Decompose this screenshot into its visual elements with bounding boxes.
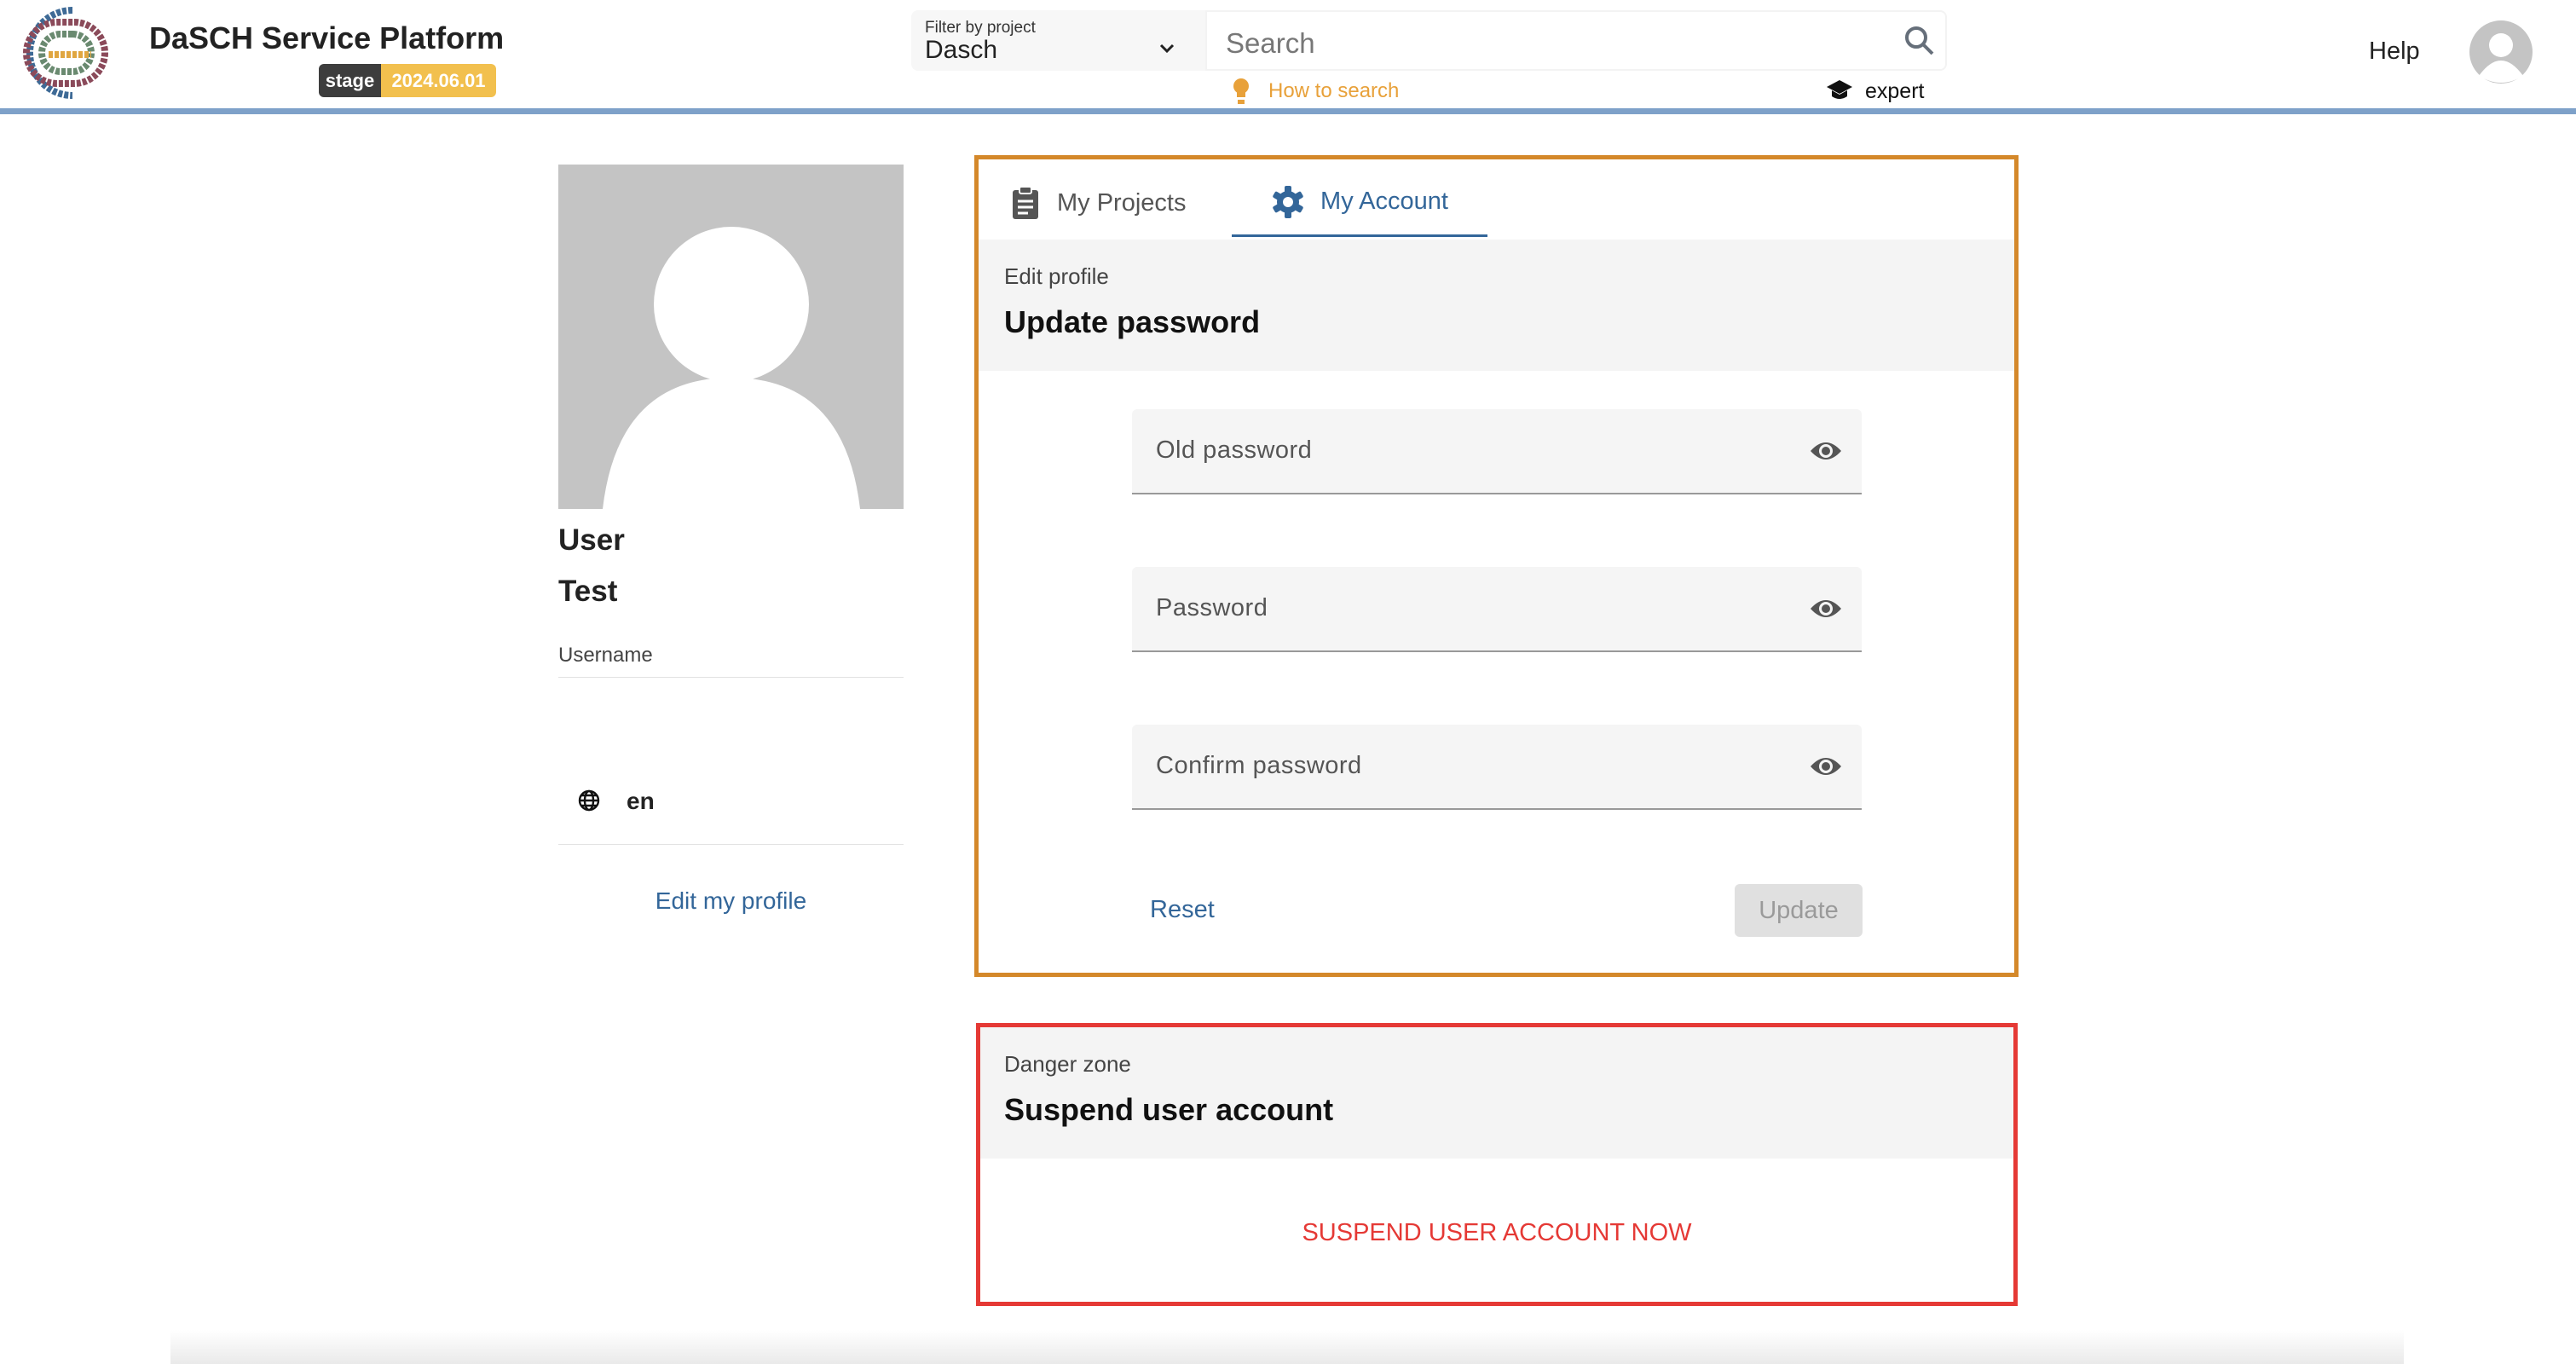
chevron-down-icon — [1159, 43, 1175, 54]
search-placeholder: Search — [1226, 27, 1315, 59]
field-label: Password — [1156, 594, 1268, 621]
field-label: Confirm password — [1156, 752, 1362, 779]
field-label: Old password — [1156, 436, 1313, 464]
header-divider — [0, 108, 2576, 114]
tab-label: My Projects — [1057, 188, 1187, 217]
gear-icon — [1273, 185, 1303, 218]
divider — [558, 677, 904, 678]
help-link[interactable]: Help — [2369, 38, 2420, 66]
dasch-logo[interactable] — [23, 7, 136, 99]
section-subtitle: Edit profile — [1004, 263, 1109, 289]
section-subtitle: Danger zone — [1004, 1051, 1131, 1077]
password-field[interactable]: Password — [1132, 567, 1862, 652]
danger-section-header: Danger zone Suspend user account — [980, 1027, 2013, 1159]
update-button[interactable]: Update — [1735, 884, 1863, 937]
eye-icon[interactable] — [1809, 596, 1843, 621]
section-title: Suspend user account — [1004, 1092, 1334, 1127]
profile-last-name: Test — [558, 575, 618, 608]
footer-shadow — [170, 1330, 2404, 1364]
user-avatar-button[interactable] — [2469, 20, 2533, 84]
search-icon[interactable] — [1903, 24, 1937, 58]
lightbulb-icon — [1233, 78, 1249, 104]
clipboard-icon — [1013, 186, 1038, 219]
divider — [558, 844, 904, 845]
tab-my-account[interactable]: My Account — [1232, 169, 1487, 237]
edit-profile-link[interactable]: Edit my profile — [558, 887, 904, 915]
old-password-field[interactable]: Old password — [1132, 409, 1862, 494]
profile-first-name: User — [558, 523, 625, 557]
tab-my-projects[interactable]: My Projects — [1011, 169, 1231, 237]
eye-icon[interactable] — [1809, 438, 1843, 464]
eye-icon[interactable] — [1809, 754, 1843, 779]
reset-button[interactable]: Reset — [1150, 896, 1215, 924]
globe-icon — [578, 789, 600, 812]
filter-value: Dasch — [925, 36, 998, 64]
language-value: en — [627, 788, 655, 814]
filter-label: Filter by project — [925, 19, 1036, 37]
graduation-cap-icon[interactable] — [1826, 78, 1853, 102]
search-input[interactable]: Search — [1205, 10, 1947, 71]
env-badge: stage — [319, 64, 381, 97]
profile-picture — [558, 165, 904, 509]
how-to-search-link[interactable]: How to search — [1268, 79, 1399, 103]
app-title[interactable]: DaSCH Service Platform — [149, 20, 504, 56]
project-filter-select[interactable]: Filter by project Dasch — [911, 10, 1205, 71]
expert-search-toggle[interactable]: expert — [1865, 79, 1924, 104]
username-label: Username — [558, 644, 653, 667]
tab-label: My Account — [1320, 188, 1448, 215]
version-badge: 2024.06.01 — [381, 64, 496, 97]
suspend-account-button[interactable]: SUSPEND USER ACCOUNT NOW — [980, 1219, 2013, 1247]
confirm-password-field[interactable]: Confirm password — [1132, 725, 1862, 810]
section-title: Update password — [1004, 304, 1261, 339]
password-section-header: Edit profile Update password — [979, 240, 2014, 371]
